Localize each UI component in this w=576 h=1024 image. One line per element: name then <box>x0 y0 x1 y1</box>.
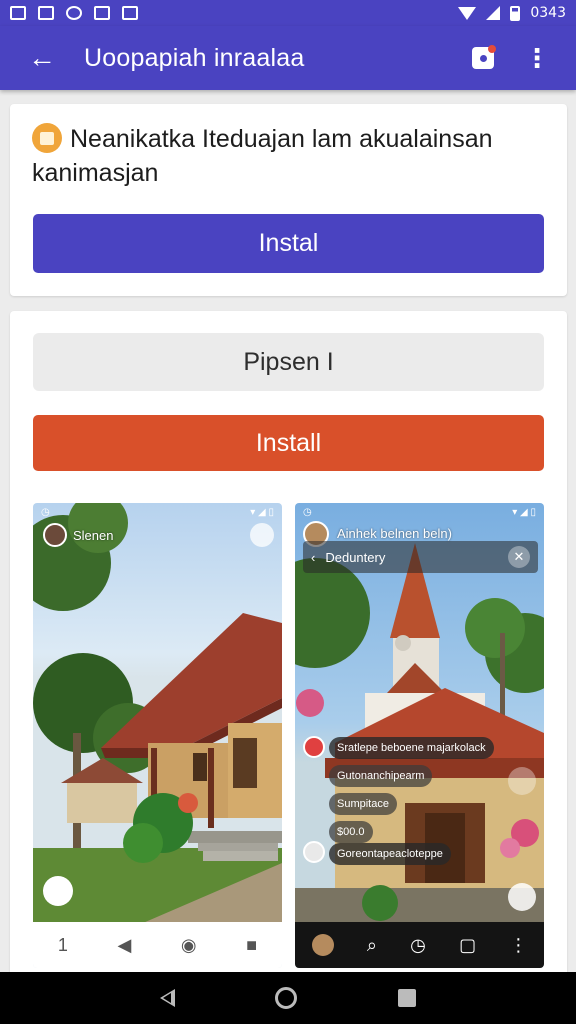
screenshot-2[interactable]: ◷ ▾ ◢ ▯ Ainhek belnen beln) ‹ Deduntery ✕… <box>295 503 544 968</box>
recents-icon[interactable] <box>397 989 416 1007</box>
back-icon: ◀ <box>117 934 132 955</box>
app-box-icon <box>32 123 62 153</box>
avatar-icon <box>311 934 334 956</box>
collapse-icon[interactable] <box>508 767 536 795</box>
notice: Neanikatka Iteduajan lam akualainsan kan… <box>32 122 542 190</box>
notification-box-icon <box>122 6 138 20</box>
comment-avatar <box>303 736 325 758</box>
comment-avatar <box>303 841 325 863</box>
comment-chip: $00.0 <box>329 821 373 843</box>
comment-chip: Gutonanchipearm <box>329 765 433 787</box>
notification-a-icon <box>10 6 26 20</box>
app-icon[interactable] <box>472 45 496 69</box>
signal-icon <box>486 6 501 20</box>
post-header: ‹ Deduntery ✕ <box>303 541 538 573</box>
comment-chip: Sumpitace <box>329 793 397 815</box>
nav-item: 1 <box>57 934 68 955</box>
back-button[interactable]: ← <box>0 26 84 90</box>
back-icon[interactable] <box>160 989 176 1007</box>
mini-status-bar: ◷ ▾ ◢ ▯ <box>41 507 274 518</box>
status-bar: 0343 <box>0 0 576 26</box>
battery-icon <box>510 5 521 21</box>
system-navigation-bar <box>0 972 576 1024</box>
options-card: Pipsen I Install ◷ ▾ ◢ ▯ Slenen 1 ◀ ◉ ■ … <box>10 311 567 981</box>
square-icon: ▢ <box>459 934 477 955</box>
post-title: Ainhek belnen beln) <box>337 526 452 541</box>
notice-text: Neanikatka Iteduajan lam akualainsan kan… <box>32 125 493 187</box>
app-bar: ← Uoopapiah inraalaa ⋮ <box>0 26 576 90</box>
arrow-left-icon: ← <box>28 42 56 73</box>
notice-card: Neanikatka Iteduajan lam akualainsan kan… <box>10 104 567 296</box>
notification-cloud-icon <box>66 6 82 20</box>
status-time: 0343 <box>530 5 566 21</box>
close-icon[interactable]: ✕ <box>508 546 530 568</box>
wifi-icon <box>458 6 477 20</box>
install-button-primary[interactable]: Instal <box>33 214 544 273</box>
home-icon[interactable] <box>275 987 298 1009</box>
screenshot-2-nav: ⌕ ◷ ▢ ⋮ <box>295 922 544 968</box>
search-icon: ⌕ <box>366 934 377 955</box>
secondary-button[interactable]: Pipsen I <box>33 333 544 391</box>
more-vert-icon: ⋮ <box>509 934 528 955</box>
screenshot-1[interactable]: ◷ ▾ ◢ ▯ Slenen 1 ◀ ◉ ■ <box>33 503 282 968</box>
screenshot-1-nav: 1 ◀ ◉ ■ <box>33 922 282 968</box>
comment-chip: Goreontapeacloteppe <box>329 843 451 865</box>
comment-chip: Sratlepe beboene majarkolack <box>329 737 494 759</box>
more-vert-icon[interactable]: ⋮ <box>524 45 550 71</box>
action-icon[interactable] <box>43 876 73 906</box>
install-button[interactable]: Install <box>33 415 544 471</box>
home-icon: ◉ <box>180 934 197 955</box>
page-title: Uoopapiah inraalaa <box>84 43 305 72</box>
notification-icons <box>10 6 138 20</box>
action-icon[interactable] <box>508 883 536 911</box>
clock-icon: ◷ <box>410 934 426 955</box>
recents-icon: ■ <box>246 934 258 955</box>
header-label: Deduntery <box>325 549 386 565</box>
screenshot-label: Slenen <box>73 528 114 543</box>
avatar <box>43 523 67 547</box>
share-icon[interactable] <box>250 523 274 547</box>
notification-x-icon <box>38 6 54 20</box>
chevron-left-icon[interactable]: ‹ <box>311 550 315 565</box>
mini-status-bar: ◷ ▾ ◢ ▯ <box>303 507 536 518</box>
notification-n-icon <box>94 6 110 20</box>
